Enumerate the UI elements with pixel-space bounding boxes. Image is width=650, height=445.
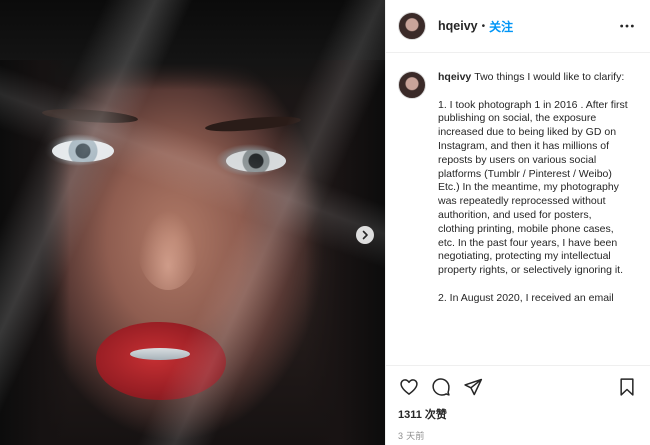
bookmark-icon: [620, 378, 634, 396]
post-header: hqeivy • 关注: [386, 0, 650, 53]
caption-area: hqeivy Two things I would like to clarify…: [386, 53, 650, 365]
caption-username[interactable]: hqeivy: [438, 71, 471, 83]
caption-paragraph: 2. In August 2020, I received an email: [438, 291, 614, 304]
post-timestamp[interactable]: 3 天前: [398, 429, 638, 442]
save-button[interactable]: [616, 376, 638, 398]
comment-button[interactable]: [430, 376, 452, 398]
post-actions: 1311 次赞 3 天前: [386, 365, 650, 445]
action-icons-row: [398, 376, 638, 398]
avatar[interactable]: [398, 12, 426, 40]
post-dialog: hqeivy • 关注 hqeivy Two things I would lik…: [0, 0, 650, 445]
more-options-icon: [620, 24, 634, 28]
caption-paragraph: 1. I took photograph 1 in 2016 . After f…: [438, 98, 628, 277]
caption-avatar[interactable]: [398, 71, 426, 99]
photo-plastic-sheen-2: [0, 0, 385, 445]
separator-dot: •: [481, 20, 486, 32]
caption-text: hqeivy Two things I would like to clarify…: [438, 71, 628, 365]
share-button[interactable]: [462, 376, 484, 398]
comment-icon: [432, 378, 450, 396]
share-icon: [464, 378, 483, 396]
follow-button[interactable]: 关注: [489, 18, 513, 35]
heart-icon: [400, 379, 418, 395]
next-photo-button[interactable]: [356, 226, 374, 244]
chevron-right-icon: [362, 230, 368, 240]
post-side-panel: hqeivy • 关注 hqeivy Two things I would lik…: [385, 0, 650, 445]
more-options-button[interactable]: [618, 17, 636, 35]
caption-paragraph: hqeivy Two things I would like to clarify…: [438, 71, 625, 83]
like-button[interactable]: [398, 376, 420, 398]
likes-count[interactable]: 1311 次赞: [398, 406, 638, 422]
header-username[interactable]: hqeivy: [438, 19, 478, 33]
post-photo[interactable]: [0, 0, 385, 445]
